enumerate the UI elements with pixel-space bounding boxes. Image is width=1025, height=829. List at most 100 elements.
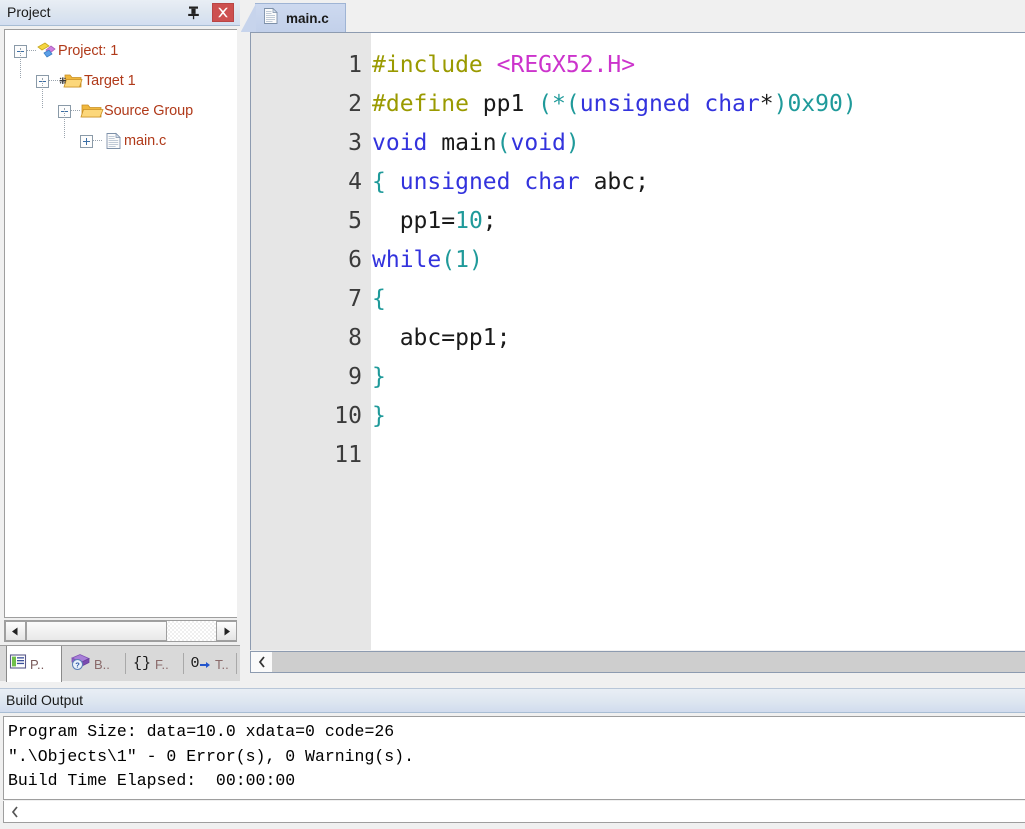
- line-text: abc=pp1;: [372, 319, 511, 358]
- scroll-left-arrow-icon[interactable]: [5, 621, 26, 641]
- code-line[interactable]: 10}: [251, 397, 1025, 436]
- build-output-text[interactable]: Program Size: data=10.0 xdata=0 code=26 "…: [3, 716, 1025, 800]
- code-token: unsigned char: [579, 91, 760, 117]
- code-token: }: [372, 403, 386, 429]
- tree-connector: [20, 48, 22, 78]
- line-text: }: [372, 397, 386, 436]
- line-text: }: [372, 358, 386, 397]
- code-line[interactable]: 9}: [251, 358, 1025, 397]
- sidebar-tab-label: B..: [94, 657, 110, 672]
- scroll-right-arrow-icon[interactable]: [216, 621, 237, 641]
- code-token: 10: [455, 208, 483, 234]
- hscrollbar-thumb[interactable]: [26, 621, 167, 641]
- close-icon: [218, 7, 228, 18]
- code-token: void: [372, 130, 428, 156]
- svg-text:?: ?: [75, 661, 80, 670]
- sidebar-tab-label: T..: [215, 657, 229, 672]
- tree-connector: [27, 50, 36, 52]
- expander-plus-icon[interactable]: [80, 134, 93, 148]
- code-token: void: [510, 130, 566, 156]
- line-number: 7: [348, 286, 362, 312]
- code-token: *: [759, 91, 774, 117]
- line-text: #define pp1 (*(unsigned char*)0x90): [372, 85, 857, 124]
- code-token: ): [468, 247, 483, 273]
- code-line[interactable]: 2 #define pp1 (*(unsigned char*)0x90): [251, 85, 1025, 124]
- build-output-hscrollbar[interactable]: [3, 801, 1025, 823]
- code-line[interactable]: 8 abc=pp1;: [251, 319, 1025, 358]
- tree-item-source-group[interactable]: Source Group: [5, 78, 237, 126]
- code-line[interactable]: 5 pp1=10;: [251, 202, 1025, 241]
- target-folder-icon: [58, 71, 84, 91]
- line-text: void main(void): [372, 124, 580, 163]
- tab-separator: [183, 653, 184, 674]
- code-line[interactable]: 4 { unsigned char abc;: [251, 163, 1025, 202]
- code-token: {: [372, 169, 386, 195]
- code-token: ): [565, 130, 580, 156]
- close-button[interactable]: [212, 3, 234, 22]
- sidebar-tab-books[interactable]: ? B..: [68, 647, 124, 682]
- sidebar-tab-project[interactable]: P..: [6, 646, 62, 682]
- code-token: ): [842, 91, 857, 117]
- editor-tab-label: main.c: [286, 10, 329, 26]
- line-text: { unsigned char abc;: [372, 163, 649, 202]
- tree-connector: [49, 80, 58, 82]
- tree-connector: [71, 110, 80, 112]
- line-text: while(1): [372, 241, 483, 280]
- keil-uvision-window: Project Project: 1 Target 1 Source Group…: [0, 0, 1025, 829]
- project-panel-hscrollbar[interactable]: [4, 620, 237, 642]
- build-output-line: Build Time Elapsed: 00:00:00: [8, 771, 296, 790]
- editor-hscrollbar[interactable]: [250, 651, 1025, 673]
- editor-tab-main-c[interactable]: main.c: [241, 3, 346, 32]
- sidebar-tab-templates[interactable]: 0 T..: [188, 647, 236, 682]
- project-panel: Project Project: 1 Target 1 Source Group…: [0, 0, 240, 682]
- code-line[interactable]: 7{: [251, 280, 1025, 319]
- line-text: {: [372, 280, 386, 319]
- code-token: abc=pp1;: [372, 325, 511, 351]
- pin-icon[interactable]: [185, 4, 202, 21]
- hscrollbar-track[interactable]: [272, 652, 1025, 672]
- tree-item-label: Project: 1: [58, 43, 119, 59]
- tree-item-target[interactable]: Target 1: [5, 48, 237, 96]
- tree-item-label: Target 1: [84, 73, 136, 89]
- code-token: unsigned char: [399, 169, 580, 195]
- code-token: while: [372, 247, 442, 273]
- code-token: 1: [455, 247, 469, 273]
- tree-connector: [93, 140, 102, 142]
- hscrollbar-track[interactable]: [26, 621, 216, 641]
- tree-connector: [42, 78, 44, 108]
- code-editor[interactable]: 1 #include <REGX52.H> 2 #define pp1 (*(unsi…: [250, 32, 1025, 650]
- code-content[interactable]: 1 #include <REGX52.H> 2 #define pp1 (*(unsi…: [251, 33, 1025, 475]
- scroll-left-chevron-icon[interactable]: [4, 802, 26, 822]
- project-icon: [36, 41, 58, 61]
- line-number: 8: [348, 325, 362, 351]
- code-line[interactable]: 6 while(1): [251, 241, 1025, 280]
- line-number: 4: [348, 169, 362, 195]
- scroll-left-chevron-icon[interactable]: [251, 652, 272, 672]
- code-token: (: [441, 247, 456, 273]
- tree-item-project[interactable]: Project: 1: [5, 36, 237, 66]
- project-window-icon: [9, 653, 27, 675]
- code-line[interactable]: 1 #include <REGX52.H>: [251, 46, 1025, 85]
- code-token: abc;: [579, 169, 649, 195]
- code-token: #include: [372, 52, 497, 78]
- tab-separator: [125, 653, 126, 674]
- sidebar-tab-functions[interactable]: {} F..: [130, 647, 182, 682]
- code-token: ;: [482, 208, 497, 234]
- sidebar-tab-label: F..: [155, 657, 169, 672]
- code-token: (*(: [538, 91, 580, 117]
- project-panel-tabstrip[interactable]: P.. ? B.. {} F.. 0 T..: [0, 645, 240, 682]
- code-token: main: [427, 130, 497, 156]
- tree-item-label: Source Group: [104, 103, 194, 119]
- code-token: #define: [372, 91, 483, 117]
- functions-braces-icon: {}: [132, 653, 152, 676]
- line-number: 6: [348, 247, 362, 273]
- code-line[interactable]: 3 void main(void): [251, 124, 1025, 163]
- tab-separator: [236, 653, 237, 674]
- code-line[interactable]: 11: [251, 436, 1025, 475]
- line-number: 1: [348, 52, 362, 78]
- code-token: }: [372, 364, 386, 390]
- code-token: (: [496, 130, 511, 156]
- project-tree[interactable]: Project: 1 Target 1 Source Group main.c: [4, 29, 237, 618]
- tree-item-main-c[interactable]: main.c: [5, 108, 237, 156]
